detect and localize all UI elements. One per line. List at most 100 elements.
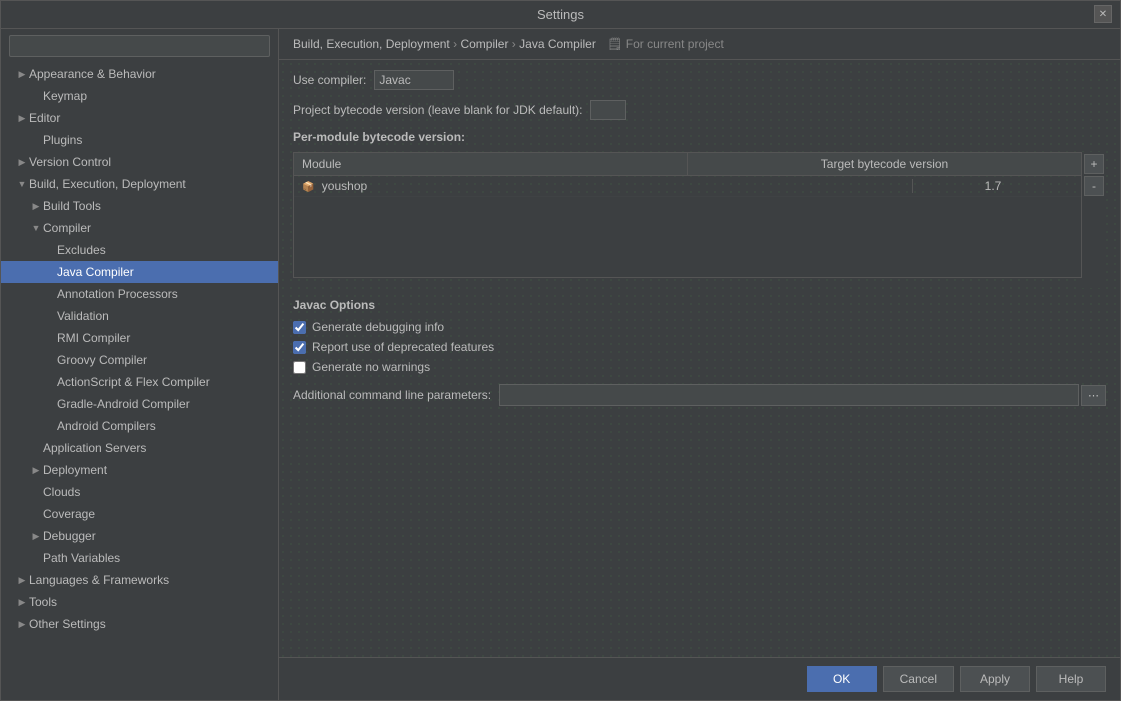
module-version: 1.7 xyxy=(913,179,1073,193)
sidebar-label-coverage: Coverage xyxy=(43,507,95,521)
cancel-button[interactable]: Cancel xyxy=(883,666,954,692)
tree-arrow-editor: ▶ xyxy=(15,113,29,124)
sidebar-label-editor: Editor xyxy=(29,111,60,125)
bytecode-select[interactable]: 1.6 1.7 1.8 xyxy=(590,100,626,120)
sidebar-item-coverage[interactable]: Coverage xyxy=(1,503,278,525)
sidebar-item-debugger[interactable]: ▶Debugger xyxy=(1,525,278,547)
no-warnings-label: Generate no warnings xyxy=(312,360,430,374)
cmd-browse-button[interactable]: ⋯ xyxy=(1081,385,1106,406)
cmd-row: Additional command line parameters: ⋯ xyxy=(293,384,1106,406)
close-button[interactable]: ✕ xyxy=(1094,5,1112,23)
table-row[interactable]: 📦 youshop 1.7 xyxy=(294,176,1081,197)
remove-module-button[interactable]: - xyxy=(1084,176,1104,196)
sidebar-item-application-servers[interactable]: Application Servers xyxy=(1,437,278,459)
sidebar-label-appearance: Appearance & Behavior xyxy=(29,67,156,81)
sidebar-item-editor[interactable]: ▶Editor xyxy=(1,107,278,129)
cmd-label: Additional command line parameters: xyxy=(293,388,491,402)
sidebar-item-deployment[interactable]: ▶Deployment xyxy=(1,459,278,481)
sidebar-label-excludes: Excludes xyxy=(57,243,106,257)
breadcrumb-part1: Build, Execution, Deployment xyxy=(293,37,450,51)
sidebar-label-java-compiler: Java Compiler xyxy=(57,265,134,279)
no-warnings-checkbox[interactable] xyxy=(293,361,306,374)
tree-arrow-compiler: ▼ xyxy=(29,223,43,233)
module-name-text: youshop xyxy=(322,179,367,193)
sidebar-item-other-settings[interactable]: ▶Other Settings xyxy=(1,613,278,635)
sidebar-item-version-control[interactable]: ▶Version Control xyxy=(1,151,278,173)
module-name: 📦 youshop xyxy=(302,179,913,193)
javac-options-header: Javac Options xyxy=(293,298,1106,312)
tree-arrow-build-tools: ▶ xyxy=(29,201,43,212)
footer: OK Cancel Apply Help xyxy=(279,657,1120,700)
use-compiler-select[interactable]: Javac Eclipse xyxy=(374,70,454,90)
sidebar-label-android-compilers: Android Compilers xyxy=(57,419,156,433)
gen-debug-checkbox[interactable] xyxy=(293,321,306,334)
sidebar-label-keymap: Keymap xyxy=(43,89,87,103)
sidebar-item-annotation-processors[interactable]: Annotation Processors xyxy=(1,283,278,305)
checkbox-gen-debug: Generate debugging info xyxy=(293,320,1106,334)
sidebar-item-appearance[interactable]: ▶Appearance & Behavior xyxy=(1,63,278,85)
sidebar-item-excludes[interactable]: Excludes xyxy=(1,239,278,261)
deprecated-label: Report use of deprecated features xyxy=(312,340,494,354)
sidebar-item-validation[interactable]: Validation xyxy=(1,305,278,327)
sidebar-label-actionscript: ActionScript & Flex Compiler xyxy=(57,375,210,389)
window-title: Settings xyxy=(537,7,584,22)
add-module-button[interactable]: + xyxy=(1084,154,1104,174)
table-side-buttons: + - xyxy=(1082,152,1106,288)
sidebar-item-keymap[interactable]: Keymap xyxy=(1,85,278,107)
main-panel: Build, Execution, Deployment › Compiler … xyxy=(279,29,1120,700)
tree-arrow-languages: ▶ xyxy=(15,575,29,586)
sidebar-item-plugins[interactable]: Plugins xyxy=(1,129,278,151)
module-table-container: Module Target bytecode version 📦 youshop… xyxy=(293,152,1082,278)
sidebar-item-clouds[interactable]: Clouds xyxy=(1,481,278,503)
tree-arrow-other-settings: ▶ xyxy=(15,619,29,630)
bytecode-select-wrapper: 1.6 1.7 1.8 xyxy=(590,100,626,120)
sidebar-item-actionscript[interactable]: ActionScript & Flex Compiler xyxy=(1,371,278,393)
title-bar: Settings ✕ xyxy=(1,1,1120,29)
breadcrumb-part3: Java Compiler xyxy=(519,37,596,51)
tree-arrow-deployment: ▶ xyxy=(29,465,43,476)
tree-arrow-version-control: ▶ xyxy=(15,157,29,168)
sidebar-item-build-tools[interactable]: ▶Build Tools xyxy=(1,195,278,217)
table-header: Module Target bytecode version xyxy=(294,153,1081,176)
sidebar-item-path-variables[interactable]: Path Variables xyxy=(1,547,278,569)
search-input[interactable] xyxy=(9,35,270,57)
sidebar-tree: ▶Appearance & BehaviorKeymap▶EditorPlugi… xyxy=(1,63,278,635)
sidebar-item-rmi-compiler[interactable]: RMI Compiler xyxy=(1,327,278,349)
checkbox-deprecated: Report use of deprecated features xyxy=(293,340,1106,354)
sidebar-item-languages[interactable]: ▶Languages & Frameworks xyxy=(1,569,278,591)
use-compiler-label: Use compiler: xyxy=(293,73,366,87)
tree-arrow-tools: ▶ xyxy=(15,597,29,608)
sidebar-label-build-tools: Build Tools xyxy=(43,199,101,213)
sidebar-label-application-servers: Application Servers xyxy=(43,441,146,455)
col-module: Module xyxy=(294,153,688,175)
sidebar-item-build[interactable]: ▼Build, Execution, Deployment xyxy=(1,173,278,195)
sidebar-label-gradle-android: Gradle-Android Compiler xyxy=(57,397,190,411)
sidebar-label-other-settings: Other Settings xyxy=(29,617,106,631)
sidebar-label-deployment: Deployment xyxy=(43,463,107,477)
sidebar-label-path-variables: Path Variables xyxy=(43,551,120,565)
sidebar-item-compiler[interactable]: ▼Compiler xyxy=(1,217,278,239)
col-version: Target bytecode version xyxy=(688,153,1081,175)
sidebar-label-rmi-compiler: RMI Compiler xyxy=(57,331,130,345)
sidebar-item-android-compilers[interactable]: Android Compilers xyxy=(1,415,278,437)
tree-arrow-debugger: ▶ xyxy=(29,531,43,542)
sidebar-item-gradle-android[interactable]: Gradle-Android Compiler xyxy=(1,393,278,415)
panel-content: Use compiler: Javac Eclipse Project byte… xyxy=(279,60,1120,657)
ok-button[interactable]: OK xyxy=(807,666,877,692)
cmd-input[interactable] xyxy=(499,384,1079,406)
sidebar-item-groovy-compiler[interactable]: Groovy Compiler xyxy=(1,349,278,371)
sidebar-item-java-compiler[interactable]: Java Compiler xyxy=(1,261,278,283)
tree-arrow-appearance: ▶ xyxy=(15,69,29,80)
sidebar-label-clouds: Clouds xyxy=(43,485,80,499)
sidebar-item-tools[interactable]: ▶Tools xyxy=(1,591,278,613)
sidebar-label-compiler: Compiler xyxy=(43,221,91,235)
apply-button[interactable]: Apply xyxy=(960,666,1030,692)
checkbox-no-warnings: Generate no warnings xyxy=(293,360,1106,374)
bytecode-version-row: Project bytecode version (leave blank fo… xyxy=(293,100,1106,120)
javac-options-section: Javac Options Generate debugging info Re… xyxy=(293,298,1106,374)
sidebar-label-plugins: Plugins xyxy=(43,133,82,147)
module-table-wrapper: Module Target bytecode version 📦 youshop… xyxy=(293,152,1106,288)
sidebar-label-groovy-compiler: Groovy Compiler xyxy=(57,353,147,367)
deprecated-checkbox[interactable] xyxy=(293,341,306,354)
help-button[interactable]: Help xyxy=(1036,666,1106,692)
